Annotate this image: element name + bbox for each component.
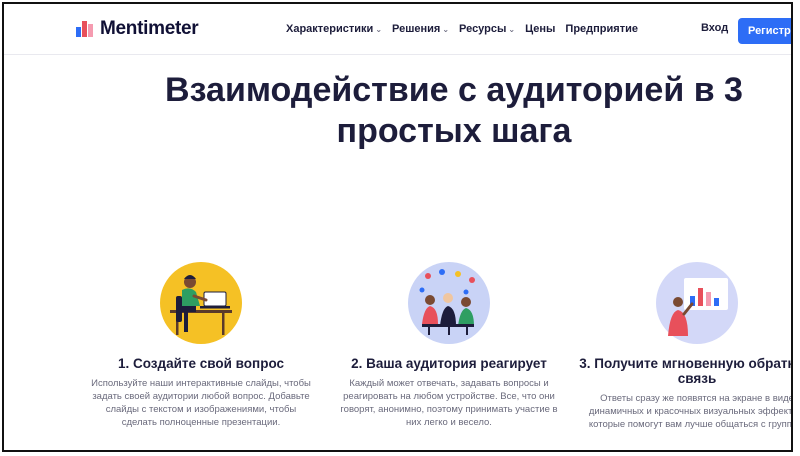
audience-group-illustration-icon xyxy=(408,262,490,344)
chevron-down-icon: ⌄ xyxy=(375,24,383,34)
person-at-laptop-illustration-icon xyxy=(160,262,242,344)
menu-item-enterprise[interactable]: Предприятие xyxy=(565,23,638,35)
menu-item-features[interactable]: Характеристики ⌄ xyxy=(286,23,382,35)
menu-item-resources[interactable]: Ресурсы ⌄ xyxy=(459,23,515,35)
menu-item-label: Цены xyxy=(525,23,556,35)
menu-item-label: Предприятие xyxy=(565,23,638,35)
step-description: Ответы сразу же появятся на экране в вид… xyxy=(588,393,793,430)
browser-viewport: Mentimeter Характеристики ⌄ Решения ⌄ Ре… xyxy=(2,2,793,452)
menu-item-label: Ресурсы xyxy=(459,23,507,35)
chevron-down-icon: ⌄ xyxy=(442,24,450,34)
step-card-3: 3. Получите мгновенную обратную связь От… xyxy=(577,262,793,431)
menu-item-label: Характеристики xyxy=(286,23,374,35)
login-link[interactable]: Вход xyxy=(701,22,728,34)
menu-item-solutions[interactable]: Решения ⌄ xyxy=(392,23,449,35)
brand-name: Mentimeter xyxy=(100,18,199,39)
mentimeter-logo-icon xyxy=(76,21,94,37)
step-title: 2. Ваша аудитория реагирует xyxy=(351,356,547,371)
chevron-down-icon: ⌄ xyxy=(508,24,516,34)
step-description: Используйте наши интерактивные слайды, ч… xyxy=(91,378,311,428)
menu-item-label: Решения xyxy=(392,23,441,35)
step-title: 1. Создайте свой вопрос xyxy=(117,356,285,371)
menu-item-pricing[interactable]: Цены xyxy=(525,23,555,35)
brand-logo[interactable]: Mentimeter xyxy=(76,18,199,40)
top-navigation: Mentimeter Характеристики ⌄ Решения ⌄ Ре… xyxy=(4,4,791,55)
main-menu: Характеристики ⌄ Решения ⌄ Ресурсы ⌄ Цен… xyxy=(286,4,638,54)
presenter-chart-illustration-icon xyxy=(656,262,738,344)
step-description: Каждый может отвечать, задавать вопросы … xyxy=(340,378,558,428)
step-card-2: 2. Ваша аудитория реагирует Каждый может… xyxy=(329,262,569,429)
signup-button[interactable]: Регистрация xyxy=(738,18,791,44)
step-title: 3. Получите мгновенную обратную связь xyxy=(579,356,793,386)
step-card-1: 1. Создайте свой вопрос Используйте наши… xyxy=(81,262,321,429)
hero-title: Взаимодействие с аудиторией в 3 простых … xyxy=(165,71,743,150)
